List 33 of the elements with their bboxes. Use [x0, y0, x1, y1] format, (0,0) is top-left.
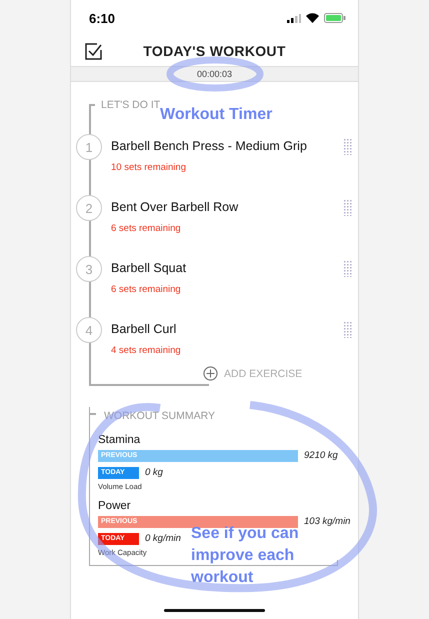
bar-reading: 9210 kg: [304, 450, 338, 461]
bar-reading: 0 kg/min: [145, 533, 181, 544]
step-number: 4: [76, 317, 102, 343]
step-number: 1: [76, 134, 102, 160]
bar-reading: 103 kg/min: [304, 516, 350, 527]
screen-title: TODAY'S WORKOUT: [142, 43, 287, 59]
drag-handle-icon[interactable]: [344, 139, 352, 155]
section-heading: LET'S DO IT: [101, 99, 160, 111]
sets-remaining: 10 sets remaining: [111, 162, 187, 173]
sets-remaining: 6 sets remaining: [111, 284, 182, 295]
metric-name: Stamina: [98, 434, 142, 447]
metric-name: Power: [98, 500, 132, 513]
bar-reading: 0 kg: [145, 467, 163, 478]
wifi-icon: [306, 13, 319, 23]
exercise-name[interactable]: Bent Over Barbell Row: [111, 200, 344, 214]
plus-icon: [203, 366, 218, 381]
exercise-name[interactable]: Barbell Squat: [111, 261, 344, 275]
sets-remaining: 6 sets remaining: [111, 223, 182, 234]
step-number: 2: [76, 195, 102, 221]
exercise-name[interactable]: Barbell Curl: [111, 322, 344, 336]
annotation-text: See if you can improve each workout: [191, 524, 300, 588]
workout-timer: 00:00:03: [196, 69, 232, 79]
battery-icon: [324, 13, 346, 23]
drag-handle-icon[interactable]: [344, 322, 352, 338]
sets-remaining: 4 sets remaining: [111, 345, 182, 356]
checkbox-icon[interactable]: [85, 42, 102, 60]
signal-icon: [287, 14, 301, 22]
drag-handle-icon[interactable]: [344, 261, 352, 277]
exercise-name[interactable]: Barbell Bench Press - Medium Grip: [111, 139, 344, 153]
drag-handle-icon[interactable]: [344, 200, 352, 216]
step-number: 3: [76, 256, 102, 282]
status-time: 6:10: [89, 10, 116, 26]
annotation-text: Workout Timer: [160, 105, 272, 125]
